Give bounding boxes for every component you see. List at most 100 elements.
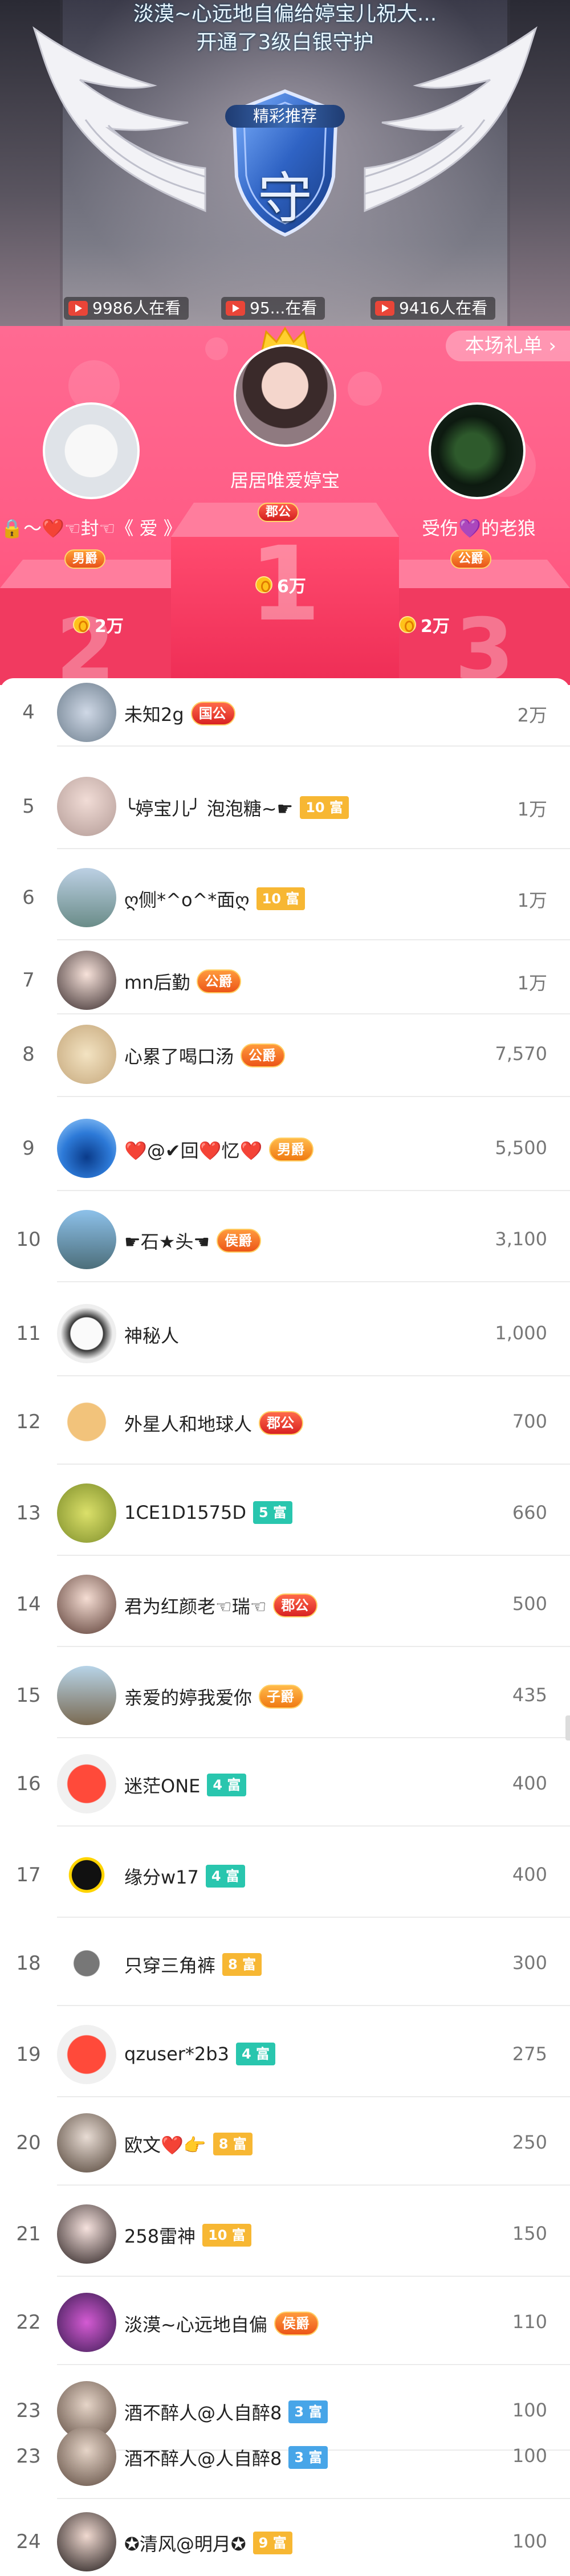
wealth-level-badge: 10 富: [202, 2224, 251, 2247]
avatar[interactable]: [57, 683, 116, 742]
viewer-count-chip[interactable]: 95...在看: [221, 297, 325, 320]
avatar[interactable]: [57, 951, 116, 1010]
avatar[interactable]: [57, 1025, 116, 1084]
gift-ranking-screen: 精彩推荐 守 淡漠~心远地自偏给婷宝儿祝大... 开通了3级白银守护 9986人…: [0, 0, 570, 2576]
list-item[interactable]: 24 ✪清风@明月✪ 9 富 100: [0, 2505, 570, 2576]
rank2-score: 2万: [73, 612, 124, 637]
user-name-group: ✪清风@明月✪ 9 富: [124, 2530, 292, 2556]
user-name: qzuser*2b3: [124, 2043, 229, 2065]
list-item[interactable]: 19 qzuser*2b3 4 富 275: [0, 2012, 570, 2097]
avatar[interactable]: [57, 1666, 116, 1725]
contribution-score: 1万: [517, 972, 547, 994]
avatar[interactable]: [57, 1754, 116, 1813]
list-item[interactable]: 15 亲爱的婷我爱你 子爵 435: [0, 1653, 570, 1738]
avatar[interactable]: [57, 1304, 116, 1363]
rank2-avatar[interactable]: [43, 402, 140, 499]
row-divider: [57, 1825, 570, 1827]
viewer-count-text: 95...在看: [250, 299, 317, 317]
list-item[interactable]: 14 君为红颜老☜瑞☜ 郡公 500: [0, 1562, 570, 1647]
rank2-score-text: 2万: [95, 617, 124, 637]
rank3-badge: 公爵: [450, 549, 492, 569]
wealth-level-badge: 4 富: [207, 1774, 247, 1796]
avatar[interactable]: [57, 1119, 116, 1178]
viewer-count-text: 9416人在看: [399, 299, 488, 317]
rank-number: 7: [22, 969, 35, 992]
list-item[interactable]: 13 1CE1D1575D 5 富 660: [0, 1470, 570, 1556]
ranking-list[interactable]: 4 未知2g 国公 2万 5 ╰婷宝儿╯ 泡泡糖~☛ 10 富 1万 6 ღ侧*^o^*面ღ 10 …: [0, 678, 570, 2576]
decor-bubble: [348, 372, 382, 406]
guard-broadcast-banner[interactable]: 精彩推荐 守 淡漠~心远地自偏给婷宝儿祝大... 开通了3级白银守护 9986人…: [0, 0, 570, 326]
wealth-level-badge: 4 富: [205, 1865, 245, 1888]
rank-number: 4: [22, 701, 35, 724]
user-name: 酒不醉人@人自醉8: [124, 2448, 282, 2469]
list-item[interactable]: 7 mn后勤 公爵 1万: [0, 946, 570, 1014]
list-item[interactable]: 20 欧文❤️👉 8 富 250: [0, 2100, 570, 2186]
list-item[interactable]: 22 淡漠~心远地自偏 侯爵 110: [0, 2280, 570, 2365]
list-item[interactable]: 16 迷茫ONE 4 富 400: [0, 1741, 570, 1827]
contribution-score: 3,100: [495, 1228, 547, 1250]
user-name: 神秘人: [124, 1325, 180, 1347]
row-divider: [57, 2498, 570, 2499]
rank-number: 6: [22, 886, 35, 909]
gift-list-button[interactable]: 本场礼单 ›: [445, 331, 570, 361]
list-item[interactable]: 8 心累了喝口汤 公爵 7,570: [0, 1012, 570, 1097]
rank-number: 15: [16, 1684, 41, 1707]
list-item[interactable]: 18 只穿三角裤 8 富 300: [0, 1921, 570, 2006]
avatar[interactable]: [57, 1575, 116, 1634]
rank-number: 23: [16, 2445, 41, 2468]
avatar[interactable]: [57, 2113, 116, 2173]
viewer-count-chip[interactable]: 9986人在看: [64, 297, 189, 320]
viewer-count-chip[interactable]: 9416人在看: [370, 297, 496, 320]
user-name: mn后勤: [124, 972, 190, 993]
avatar[interactable]: [57, 1392, 116, 1452]
list-item[interactable]: 5 ╰婷宝儿╯ 泡泡糖~☛ 10 富 1万: [0, 764, 570, 849]
avatar[interactable]: [57, 1210, 116, 1269]
rank-number: 12: [16, 1411, 41, 1433]
contribution-score: 110: [512, 2311, 547, 2333]
rank-number: 22: [16, 2311, 41, 2334]
avatar[interactable]: [57, 2025, 116, 2084]
contribution-score: 400: [512, 1864, 547, 1885]
avatar[interactable]: [57, 2512, 116, 2571]
rank-number: 20: [16, 2131, 41, 2154]
noble-badge: 国公: [190, 702, 235, 725]
contribution-score: 660: [512, 1502, 547, 1523]
list-item[interactable]: 10 ☛石★头☚ 侯爵 3,100: [0, 1197, 570, 1282]
rank1-avatar[interactable]: [234, 344, 336, 447]
wealth-level-badge: 4 富: [235, 2043, 275, 2065]
list-item[interactable]: 6 ღ侧*^o^*面ღ 10 富 1万: [0, 855, 570, 940]
avatar[interactable]: [57, 868, 116, 927]
avatar[interactable]: [57, 1845, 116, 1905]
user-name-group: 淡漠~心远地自偏 侯爵: [124, 2310, 319, 2337]
avatar[interactable]: [57, 777, 116, 836]
rank-number: 21: [16, 2223, 41, 2245]
list-item[interactable]: 23 酒不醉人@人自醉8 3 富 100: [0, 2414, 570, 2499]
user-name-group: 亲爱的婷我爱你 子爵: [124, 1684, 304, 1710]
list-item[interactable]: 21 258雷神 10 富 150: [0, 2191, 570, 2277]
list-item[interactable]: 4 未知2g 国公 2万: [0, 678, 570, 747]
contribution-score: 1万: [517, 890, 547, 911]
list-item[interactable]: 11 神秘人 1,000: [0, 1291, 570, 1376]
row-divider: [57, 2276, 570, 2277]
list-item[interactable]: 12 外星人和地球人 郡公 700: [0, 1379, 570, 1465]
rank-number: 5: [22, 795, 35, 818]
rank-number: 8: [22, 1043, 35, 1066]
user-name-group: 1CE1D1575D 5 富: [124, 1501, 293, 1524]
rank3-name: 受伤💜的老狼: [422, 517, 536, 539]
avatar[interactable]: [57, 2204, 116, 2264]
user-name-group: 酒不醉人@人自醉8 3 富: [124, 2444, 328, 2471]
rank3-avatar[interactable]: [429, 402, 526, 499]
list-item[interactable]: 17 缘分w17 4 富 400: [0, 1832, 570, 1918]
wealth-level-badge: 10 富: [300, 796, 349, 819]
scroll-indicator[interactable]: [565, 1715, 570, 1741]
list-item[interactable]: 9 ❤️@✔回❤️忆❤️ 男爵 5,500: [0, 1106, 570, 1191]
avatar[interactable]: [57, 1934, 116, 1993]
user-name: ❤️@✔回❤️忆❤️: [124, 1140, 263, 1161]
avatar[interactable]: [57, 1483, 116, 1543]
avatar[interactable]: [57, 2427, 116, 2486]
user-name: ╰婷宝儿╯ 泡泡糖~☛: [124, 798, 294, 820]
wealth-level-badge: 8 富: [213, 2133, 253, 2155]
avatar[interactable]: [57, 2293, 116, 2352]
contribution-score: 7,570: [495, 1043, 547, 1065]
user-name-group: 缘分w17 4 富: [124, 1863, 245, 1889]
